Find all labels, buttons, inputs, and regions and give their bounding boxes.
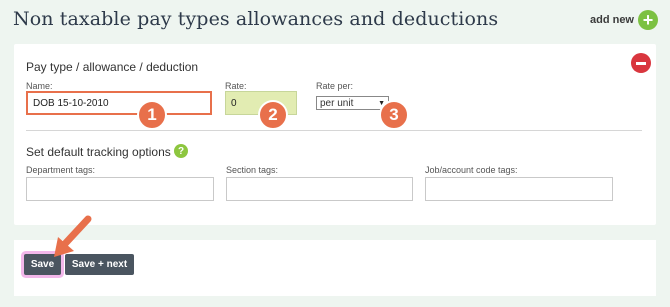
rate-per-value: per unit (320, 97, 354, 109)
rate-per-select[interactable]: per unit ▼ (316, 96, 389, 110)
section-tags-label: Section tags: (226, 165, 279, 175)
department-tags-input[interactable] (26, 177, 214, 201)
minus-icon (636, 61, 646, 65)
actions-card: Save Save + next (14, 240, 656, 296)
add-new-button[interactable]: add new + (590, 10, 658, 30)
annotation-badge-2: 2 (258, 100, 288, 130)
tracking-title: Set default tracking options (26, 145, 171, 159)
help-icon[interactable]: ? (174, 144, 188, 158)
name-label: Name: (26, 81, 53, 91)
name-input[interactable]: DOB 15-10-2010 (26, 91, 212, 115)
job-tags-label: Job/account code tags: (425, 165, 518, 175)
department-label: Department tags: (26, 165, 96, 175)
section-title: Pay type / allowance / deduction (26, 60, 199, 74)
divider (26, 130, 642, 131)
rate-label: Rate: (225, 81, 247, 91)
annotation-badge-3: 3 (379, 100, 409, 130)
plus-icon[interactable]: + (638, 10, 658, 30)
section-tags-input[interactable] (226, 177, 413, 201)
pay-type-card: Pay type / allowance / deduction Name: D… (14, 44, 656, 225)
page-title: Non taxable pay types allowances and ded… (13, 8, 499, 30)
rate-per-label: Rate per: (316, 81, 354, 91)
annotation-badge-1: 1 (137, 100, 167, 130)
job-tags-input[interactable] (425, 177, 613, 201)
remove-button[interactable] (631, 53, 651, 73)
add-new-label: add new (589, 14, 634, 26)
arrow-pointer-icon (54, 215, 92, 257)
